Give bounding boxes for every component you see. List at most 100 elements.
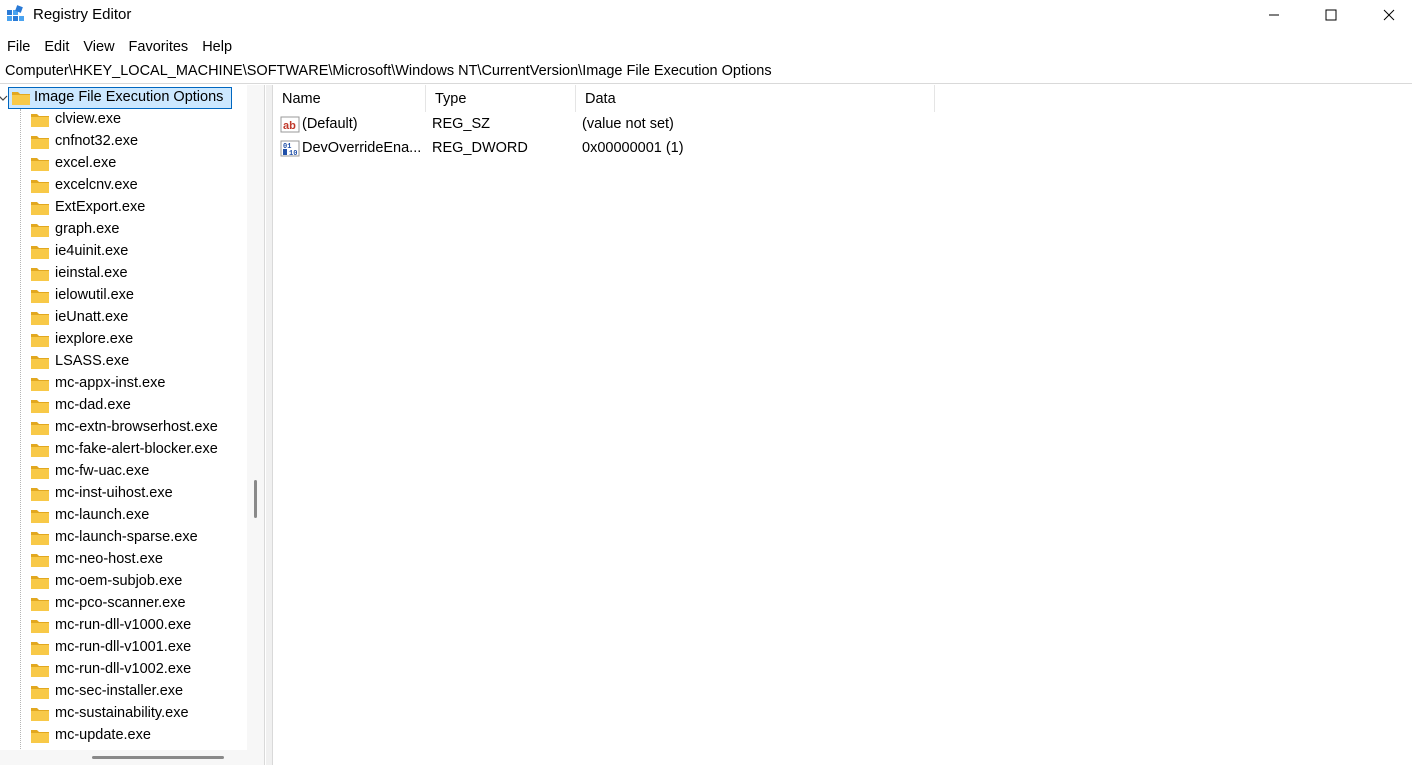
folder-icon [31,444,49,457]
tree-item[interactable]: mc-dad.exe [0,395,245,417]
tree-item-label: mc-run-dll-v1001.exe [55,639,192,655]
tree-item-label: mc-launch-sparse.exe [55,529,198,545]
horizontal-scroll-thumb[interactable] [92,756,224,759]
tree-item[interactable]: mc-update.exe [0,725,245,747]
tree-item-label: ie4uinit.exe [55,243,129,259]
tree-item-label: mc-appx-inst.exe [55,375,166,391]
tree-item-label: mc-pco-scanner.exe [55,595,186,611]
folder-icon [31,290,49,303]
registry-editor-icon [7,5,24,21]
tree-item[interactable]: mc-oem-subjob.exe [0,571,245,593]
tree-item[interactable]: mc-sustainability.exe [0,703,245,725]
tree-item[interactable]: mc-appx-inst.exe [0,373,245,395]
tree-item-label: mc-neo-host.exe [55,551,163,567]
folder-icon [31,180,49,193]
menu-view[interactable]: View [76,34,121,58]
folder-icon [31,334,49,347]
values-pane[interactable]: Name Type Data ab (Default) REG_SZ (valu… [272,85,1412,765]
folder-icon [31,488,49,501]
folder-icon [12,92,30,105]
chevron-down-icon[interactable] [0,93,8,103]
menu-favorites[interactable]: Favorites [122,34,196,58]
tree-item[interactable]: ieinstal.exe [0,263,245,285]
tree-item-label: Image File Execution Options [34,89,224,105]
tree-item[interactable]: mc-run-dll-v1000.exe [0,615,245,637]
column-header-name[interactable]: Name [273,85,426,112]
value-type: REG_DWORD [432,140,528,156]
close-button[interactable] [1360,0,1412,30]
folder-icon [31,224,49,237]
tree-item[interactable]: mc-fw-uac.exe [0,461,245,483]
tree-item[interactable]: graph.exe [0,219,245,241]
tree-item[interactable]: ExtExport.exe [0,197,245,219]
value-name: (Default) [302,116,358,132]
vertical-scroll-thumb[interactable] [254,480,257,518]
folder-icon [31,554,49,567]
folder-icon [31,576,49,589]
title-bar: Registry Editor [0,0,1412,32]
tree-item[interactable]: ieUnatt.exe [0,307,245,329]
folder-icon [31,246,49,259]
tree-item[interactable]: mc-extn-browserhost.exe [0,417,245,439]
address-path[interactable]: Computer\HKEY_LOCAL_MACHINE\SOFTWARE\Mic… [5,63,772,79]
folder-icon [31,356,49,369]
svg-text:ab: ab [283,120,296,132]
tree-item[interactable]: clview.exe [0,109,245,131]
vertical-scrollbar[interactable] [247,85,264,765]
tree-item[interactable]: mc-inst-uihost.exe [0,483,245,505]
tree-item[interactable]: mc-launch-sparse.exe [0,527,245,549]
tree-item[interactable]: cnfnot32.exe [0,131,245,153]
value-row-default[interactable]: ab (Default) REG_SZ (value not set) [273,112,1073,136]
tree-item[interactable]: excelcnv.exe [0,175,245,197]
folder-icon [31,730,49,743]
tree-item[interactable]: mc-sec-installer.exe [0,681,245,703]
tree-item[interactable]: ie4uinit.exe [0,241,245,263]
folder-icon [31,510,49,523]
menu-file[interactable]: File [0,34,37,58]
tree-item-label: mc-dad.exe [55,397,131,413]
value-data: (value not set) [582,116,674,132]
tree-item[interactable]: mc-run-dll-v1002.exe [0,659,245,681]
tree-item-label: ieUnatt.exe [55,309,129,325]
key-tree-pane[interactable]: Image File Execution Options clview.exe c… [0,85,265,765]
tree-item[interactable]: LSASS.exe [0,351,245,373]
tree-item[interactable]: excel.exe [0,153,245,175]
tree-item-label: mc-fw-uac.exe [55,463,150,479]
folder-icon [31,268,49,281]
value-type: REG_SZ [432,116,491,132]
minimize-button[interactable] [1245,0,1303,30]
minimize-icon [1269,14,1279,16]
tree-item-label: mc-update.exe [55,727,151,743]
tree-item[interactable]: ielowutil.exe [0,285,245,307]
folder-icon [31,532,49,545]
folder-icon [31,664,49,677]
tree-item-label: graph.exe [55,221,120,237]
tree-item[interactable]: mc-pco-scanner.exe [0,593,245,615]
tree-item-label: mc-sustainability.exe [55,705,189,721]
tree-item-label: clview.exe [55,111,122,127]
tree-item[interactable]: iexplore.exe [0,329,245,351]
column-header-type[interactable]: Type [426,85,576,112]
column-header-data[interactable]: Data [576,85,935,112]
folder-icon [31,708,49,721]
column-header-label: Data [585,91,616,107]
tree-item-label: ielowutil.exe [55,287,134,303]
tree-item-label: mc-fake-alert-blocker.exe [55,441,218,457]
tree-item[interactable]: mc-fake-alert-blocker.exe [0,439,245,461]
menu-bar: File Edit View Favorites Help [0,34,239,58]
tree-item-label: mc-launch.exe [55,507,150,523]
column-header-label: Name [282,91,321,107]
tree-item-label: mc-extn-browserhost.exe [55,419,218,435]
menu-help[interactable]: Help [195,34,239,58]
tree-item[interactable]: mc-launch.exe [0,505,245,527]
maximize-button[interactable] [1302,0,1360,30]
address-bar[interactable]: Computer\HKEY_LOCAL_MACHINE\SOFTWARE\Mic… [0,60,1412,84]
value-data: 0x00000001 (1) [582,140,684,156]
folder-icon [31,202,49,215]
tree-item[interactable]: mc-run-dll-v1001.exe [0,637,245,659]
tree-item-label: mc-inst-uihost.exe [55,485,173,501]
tree-item[interactable]: mc-neo-host.exe [0,549,245,571]
menu-edit[interactable]: Edit [37,34,76,58]
folder-icon [31,686,49,699]
value-row-devoverride[interactable]: 01 10 DevOverrideEna... REG_DWORD 0x0000… [273,136,1073,160]
